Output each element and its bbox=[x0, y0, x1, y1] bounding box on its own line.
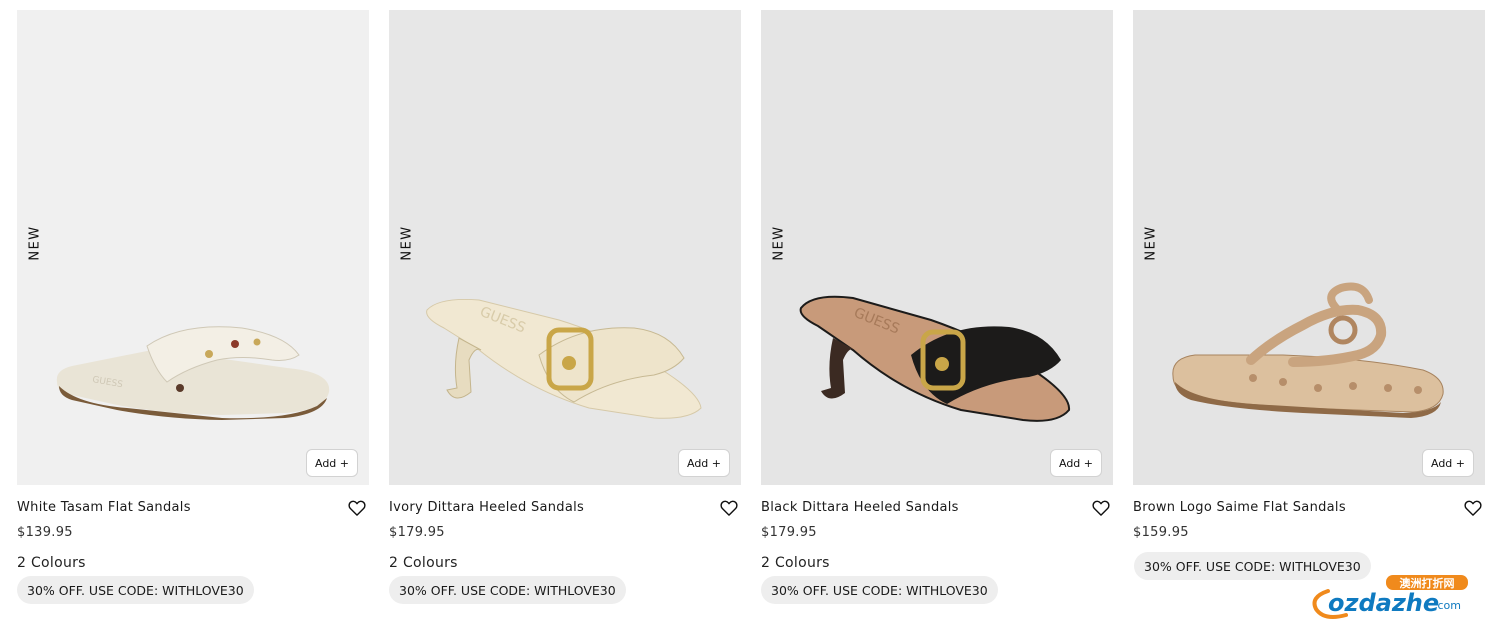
heart-icon[interactable] bbox=[1463, 498, 1483, 518]
product-card[interactable]: NEW Add + Brown Logo Saime Flat Sandals … bbox=[1133, 10, 1485, 631]
promo-badge: 30% OFF. USE CODE: WITHLOVE30 bbox=[389, 576, 626, 604]
black-heeled-sandal-image: GUESS bbox=[799, 295, 1071, 422]
product-info: White Tasam Flat Sandals $139.95 2 Colou… bbox=[17, 485, 369, 631]
product-name[interactable]: Black Dittara Heeled Sandals bbox=[761, 500, 959, 515]
product-name[interactable]: White Tasam Flat Sandals bbox=[17, 500, 191, 515]
colour-count[interactable]: 2 Colours bbox=[389, 555, 458, 571]
product-image[interactable]: NEW Add + bbox=[1133, 10, 1485, 485]
product-card[interactable]: NEW GUESS Add + White Tasam Flat Sandals… bbox=[17, 10, 369, 631]
svg-text:.com: .com bbox=[1434, 599, 1461, 612]
product-card[interactable]: NEW GUESS Add + Black Dittara Heeled San… bbox=[761, 10, 1113, 631]
promo-badge: 30% OFF. USE CODE: WITHLOVE30 bbox=[17, 576, 254, 604]
add-to-cart-button[interactable]: Add + bbox=[1049, 449, 1102, 477]
product-card[interactable]: NEW GUESS Add + Ivory Dittara Heeled San… bbox=[389, 10, 741, 631]
product-image[interactable]: NEW GUESS Add + bbox=[389, 10, 741, 485]
product-name[interactable]: Ivory Dittara Heeled Sandals bbox=[389, 500, 584, 515]
product-grid: NEW GUESS Add + White Tasam Flat Sandals… bbox=[17, 10, 1487, 631]
heart-icon[interactable] bbox=[1091, 498, 1111, 518]
product-image[interactable]: NEW GUESS Add + bbox=[17, 10, 369, 485]
product-price: $139.95 bbox=[17, 525, 73, 540]
heart-icon[interactable] bbox=[347, 498, 367, 518]
white-flat-sandal-image: GUESS bbox=[56, 326, 330, 420]
svg-text:ozdazhe: ozdazhe bbox=[1328, 589, 1439, 617]
product-name[interactable]: Brown Logo Saime Flat Sandals bbox=[1133, 500, 1346, 515]
product-info: Black Dittara Heeled Sandals $179.95 2 C… bbox=[761, 485, 1113, 631]
add-to-cart-button[interactable]: Add + bbox=[677, 449, 730, 477]
product-price: $179.95 bbox=[389, 525, 445, 540]
heart-icon[interactable] bbox=[719, 498, 739, 518]
colour-count[interactable]: 2 Colours bbox=[761, 555, 830, 571]
product-price: $179.95 bbox=[761, 525, 817, 540]
product-info: Ivory Dittara Heeled Sandals $179.95 2 C… bbox=[389, 485, 741, 631]
product-price: $159.95 bbox=[1133, 525, 1189, 540]
watermark-graphic: 澳洲打折网 ozdazhe .com bbox=[1312, 575, 1468, 619]
brown-flat-sandal-image bbox=[1172, 282, 1444, 418]
promo-badge: 30% OFF. USE CODE: WITHLOVE30 bbox=[761, 576, 998, 604]
ozdazhe-watermark-logo: 澳洲打折网 ozdazhe .com bbox=[1306, 575, 1470, 621]
ivory-heeled-sandal-image: GUESS bbox=[426, 299, 702, 419]
colour-count[interactable]: 2 Colours bbox=[17, 555, 86, 571]
svg-text:澳洲打折网: 澳洲打折网 bbox=[1400, 576, 1455, 590]
product-image[interactable]: NEW GUESS Add + bbox=[761, 10, 1113, 485]
add-to-cart-button[interactable]: Add + bbox=[305, 449, 358, 477]
add-to-cart-button[interactable]: Add + bbox=[1421, 449, 1474, 477]
